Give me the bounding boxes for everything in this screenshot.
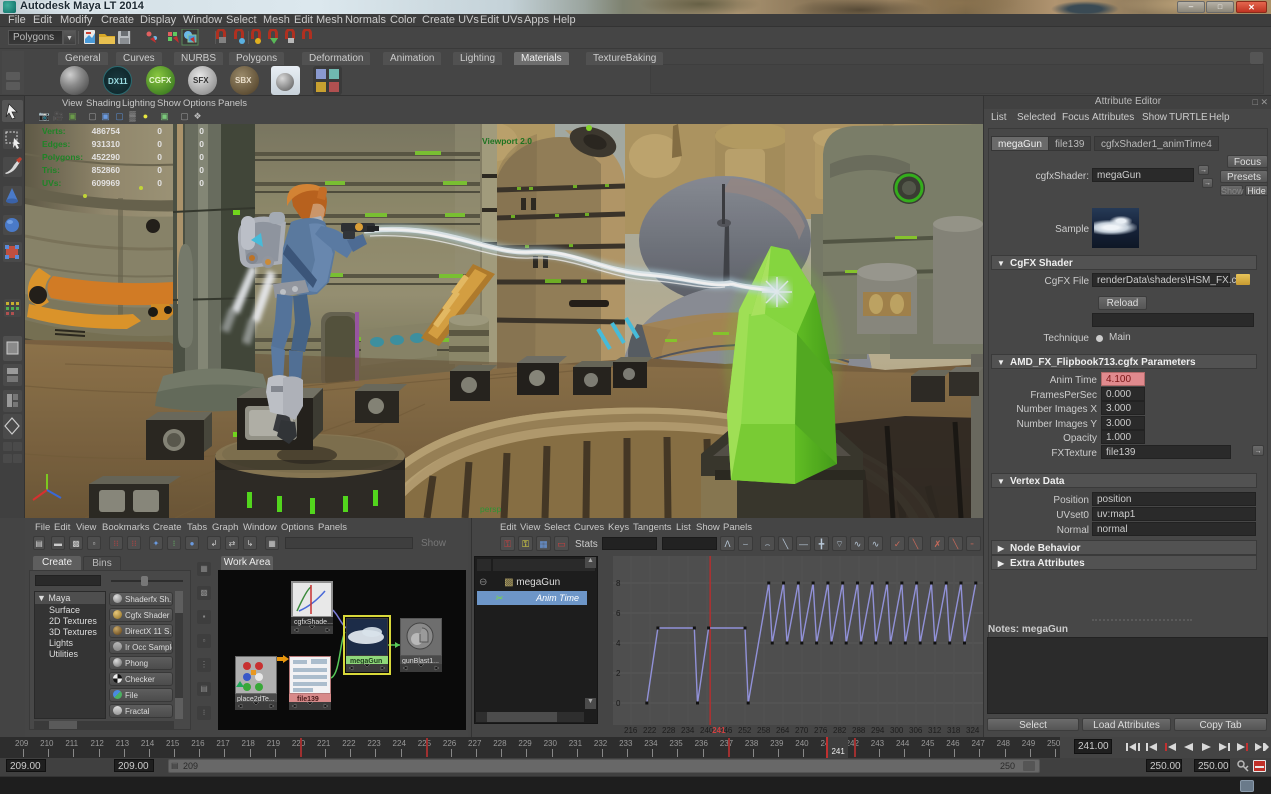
svg-text:cgfxShade...: cgfxShade...	[294, 619, 333, 626]
svg-text:6: 6	[616, 609, 621, 618]
svg-text:2: 2	[616, 669, 621, 678]
svg-text:0: 0	[616, 699, 621, 708]
svg-text:8: 8	[616, 579, 621, 588]
svg-text:10: 10	[616, 556, 625, 558]
svg-text:4: 4	[616, 639, 621, 648]
